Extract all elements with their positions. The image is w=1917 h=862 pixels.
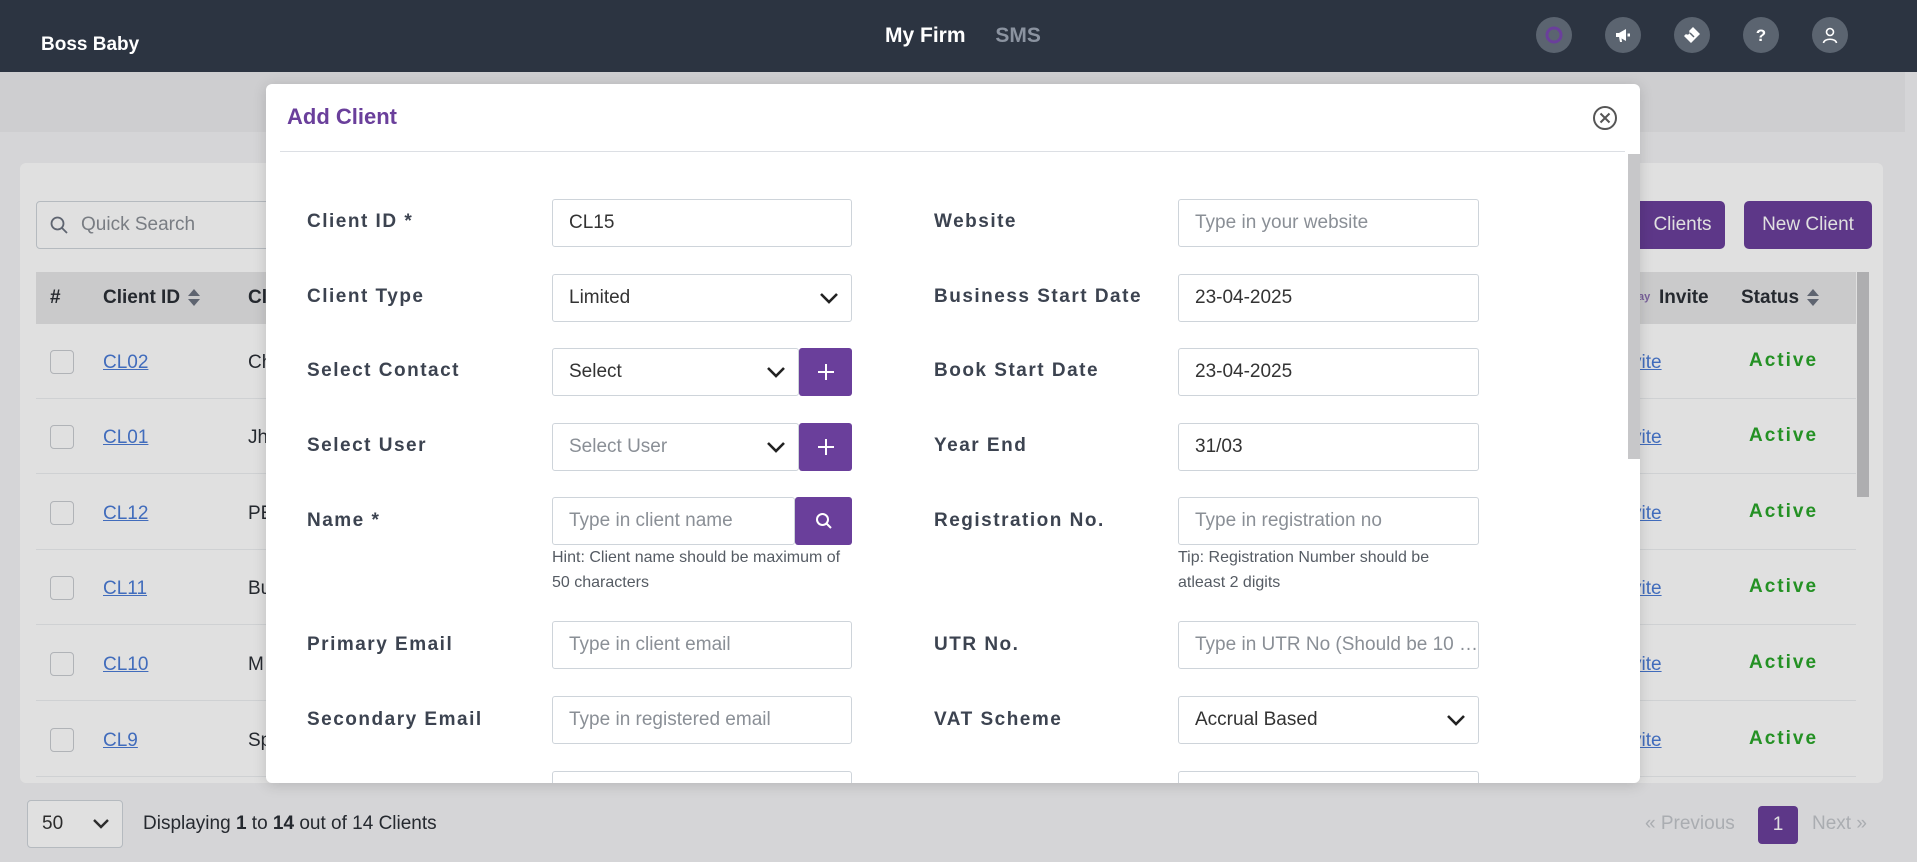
next-left-field[interactable] [552,771,852,783]
book-start-date-label: Book Start Date [934,360,1100,381]
add-contact-button[interactable] [799,348,852,396]
add-user-button[interactable] [799,423,852,471]
year-end-field[interactable]: 31/03 [1178,423,1479,471]
select-contact-dropdown[interactable]: Select [552,348,799,396]
utr-no-field[interactable]: Type in UTR No (Should be 10 … [1178,621,1479,669]
select-user-placeholder: Select User [569,436,668,457]
user-icon[interactable] [1812,17,1848,53]
close-icon[interactable] [1591,104,1619,132]
select-contact-value: Select [569,361,622,382]
year-end-label: Year End [934,435,1028,456]
next-right-field[interactable] [1178,771,1479,783]
client-type-select[interactable]: Limited [552,274,852,322]
add-client-modal: Add Client Client ID * CL15 Client Type … [266,84,1640,783]
modal-divider [280,151,1625,152]
client-id-label: Client ID * [307,211,414,232]
website-label: Website [934,211,1018,232]
plus-icon [817,364,834,380]
nav-sms[interactable]: SMS [995,24,1041,47]
client-id-field[interactable]: CL15 [552,199,852,247]
client-type-value: Limited [569,287,631,308]
select-user-label: Select User [307,435,428,456]
client-name-input[interactable]: Type in client name [552,497,795,545]
business-start-date-field[interactable]: 23-04-2025 [1178,274,1479,322]
modal-title: Add Client [287,104,397,129]
website-field[interactable]: Type in your website [1178,199,1479,247]
chevron-down-icon [767,442,785,453]
plus-icon [817,439,834,455]
search-icon [815,513,832,529]
megaphone-icon[interactable] [1605,17,1641,53]
primary-email-label: Primary Email [307,634,454,655]
client-type-label: Client Type [307,286,425,307]
book-start-date-field[interactable]: 23-04-2025 [1178,348,1479,396]
registration-hint: Tip: Registration Number should be atlea… [1178,549,1430,591]
secondary-email-label: Secondary Email [307,709,483,730]
chevron-down-icon [767,367,785,378]
search-name-button[interactable] [795,497,852,545]
nav-my-firm[interactable]: My Firm [885,24,966,47]
top-icons: ? [1536,17,1848,53]
select-contact-label: Select Contact [307,360,460,381]
business-start-date-label: Business Start Date [934,286,1143,307]
primary-email-field[interactable]: Type in client email [552,621,852,669]
vat-scheme-select[interactable]: Accrual Based [1178,696,1479,744]
chevron-down-icon [820,293,838,304]
registration-no-field[interactable]: Type in registration no [1178,497,1479,545]
chevron-down-icon [1447,715,1465,726]
svg-text:?: ? [1756,26,1766,45]
select-user-dropdown[interactable]: Select User [552,423,799,471]
secondary-email-field[interactable]: Type in registered email [552,696,852,744]
vat-scheme-value: Accrual Based [1195,709,1318,730]
ticket-icon[interactable] [1674,17,1710,53]
top-bar: Boss Baby My Firm SMS ? [0,0,1917,72]
vat-scheme-label: VAT Scheme [934,709,1063,730]
registration-no-label: Registration No. [934,510,1105,531]
modal-scrollbar[interactable] [1628,154,1640,459]
utr-no-label: UTR No. [934,634,1020,655]
top-nav: My Firm SMS [885,24,1065,48]
help-icon[interactable]: ? [1743,17,1779,53]
spinner-icon[interactable] [1536,17,1572,53]
name-label: Name * [307,510,381,531]
name-hint: Hint: Client name should be maximum of 5… [552,549,841,591]
brand-name[interactable]: Boss Baby [41,34,139,56]
